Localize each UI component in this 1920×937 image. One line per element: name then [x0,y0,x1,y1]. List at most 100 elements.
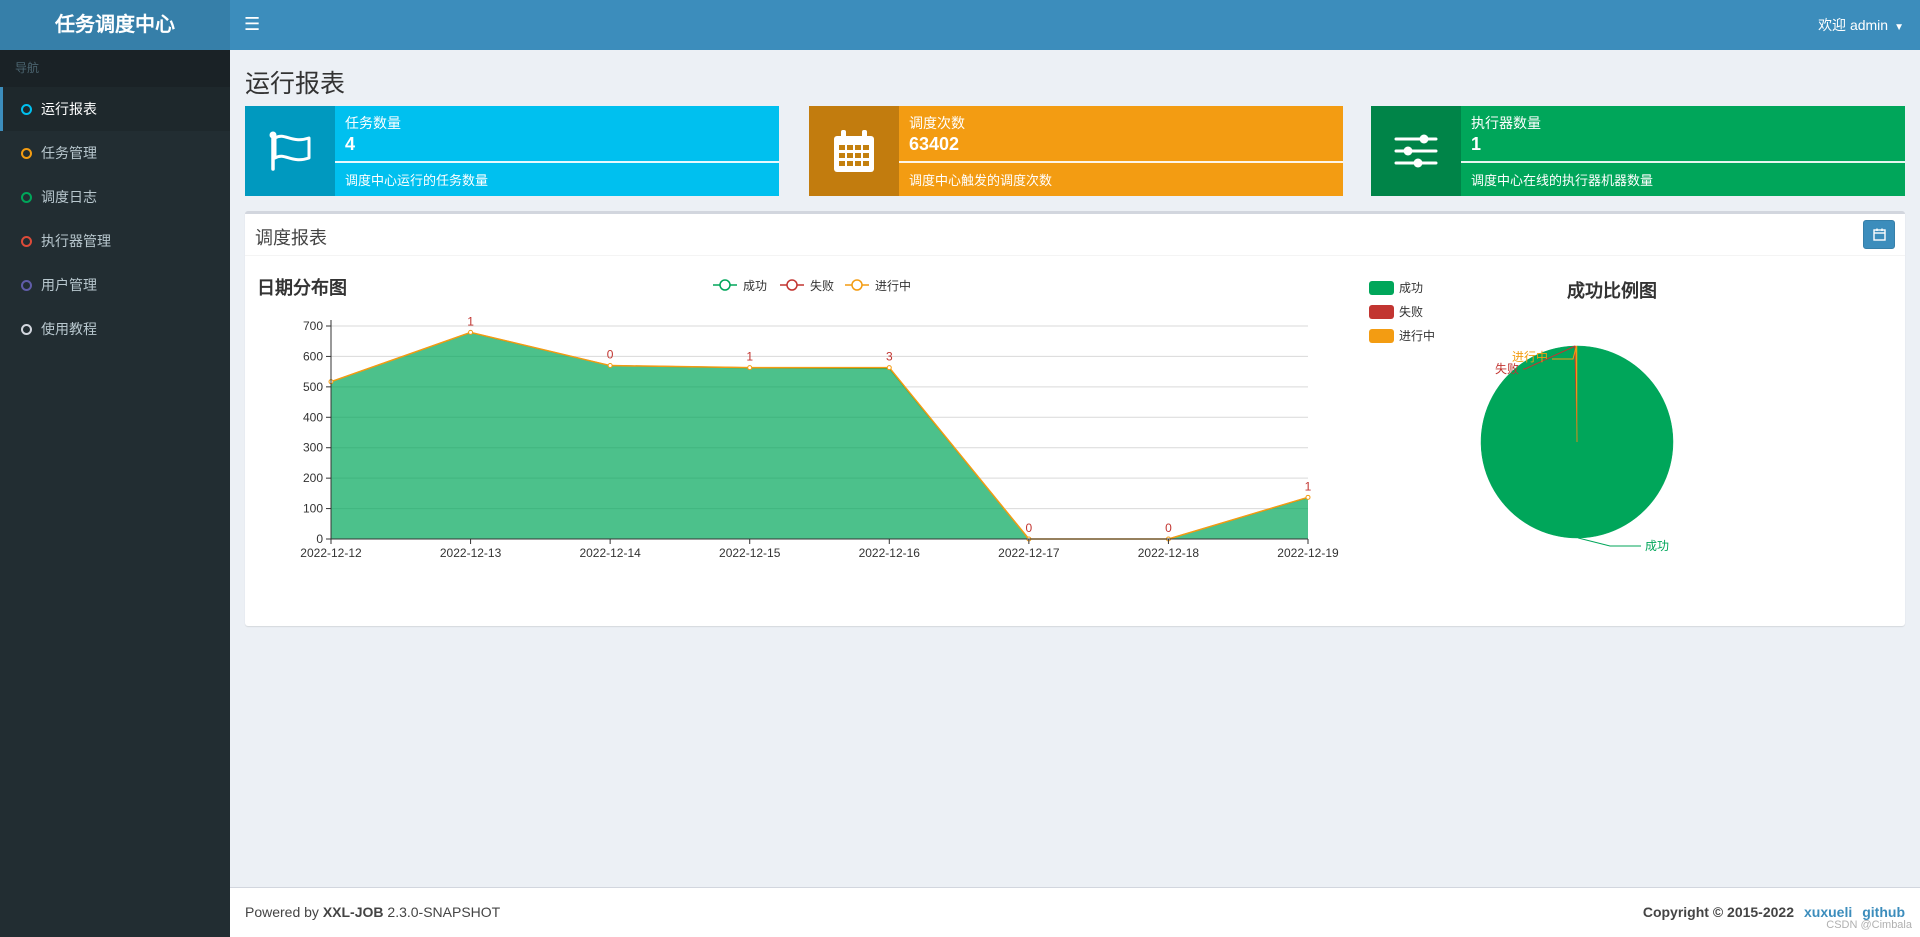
y-tick-label: 400 [303,410,323,424]
data-label: 3 [886,350,893,364]
success-ratio-chart: 成功比例图成功失败进行中成功失败进行中 [1369,280,1674,553]
legend-label: 失败 [810,278,834,293]
legend-label: 进行中 [875,278,911,293]
y-tick-label: 300 [303,441,323,455]
legend-item: 失败 [780,278,834,293]
chart-title: 成功比例图 [1567,280,1657,301]
x-tick-label: 2022-12-13 [440,546,502,560]
calendar-icon [1872,228,1886,241]
data-label: 0 [607,348,614,362]
circle-icon [21,147,32,159]
sidebar-item-executors[interactable]: 执行器管理 [0,219,230,263]
stat-description: 调度中心触发的调度次数 [909,173,1053,188]
circle-icon [21,279,32,291]
footer-powered: Powered by XXL-JOB 2.3.0-SNAPSHOT [245,904,501,920]
x-tick-label: 2022-12-16 [859,546,921,560]
stat-description: 调度中心在线的执行器机器数量 [1471,173,1654,188]
data-label: 0 [1165,521,1172,535]
circle-icon [21,323,32,335]
sidebar-header: 导航 [0,50,230,87]
x-tick-label: 2022-12-14 [579,546,641,560]
report-panel: 调度报表 日期分布图 成功 失败 进行中 0 100 200 300 400 500 600 700 1… [245,211,1905,626]
legend-swatch [1369,305,1394,319]
sidebar-item-label: 调度日志 [41,189,97,205]
stat-box-triggers: 调度次数 63402 调度中心触发的调度次数 [809,106,1343,196]
data-label: 1 [746,350,753,364]
y-tick-label: 200 [303,471,323,485]
legend-label: 失败 [1399,304,1423,319]
x-tick-label: 2022-12-15 [719,546,781,560]
legend-label: 成功 [743,279,767,293]
legend-swatch [1369,281,1394,295]
x-tick-label: 2022-12-19 [1277,546,1339,560]
legend-marker [786,279,798,291]
legend-item: 失败 [1369,304,1423,319]
pie-label: 成功 [1645,539,1669,553]
watermark: CSDN @Cimbala [1826,919,1912,931]
footer-copyright: Copyright © 2015-2022 xuxueli github [1642,904,1905,920]
pie-label: 进行中 [1512,349,1548,364]
y-tick-label: 0 [316,532,323,546]
series-area-success [331,332,1308,539]
legend-marker [719,279,731,291]
report-title: 调度报表 [255,228,327,248]
legend-label: 进行中 [1399,328,1435,343]
sidebar-item-report[interactable]: 运行报表 [0,87,230,131]
legend-item: 进行中 [1369,328,1435,343]
sliders-icon [1371,106,1461,196]
circle-icon [21,191,32,203]
date-range-button[interactable] [1863,220,1895,249]
legend-swatch [1369,329,1394,343]
data-point [1305,494,1311,500]
page-title: 运行报表 [245,70,346,98]
chart-title: 日期分布图 [257,277,347,298]
app-logo[interactable]: 任务调度中心 [0,0,230,50]
data-label: 0 [1026,521,1033,535]
circle-icon [21,103,32,115]
stat-label: 调度次数 [909,115,965,131]
stat-box-executors: 执行器数量 1 调度中心在线的执行器机器数量 [1371,106,1905,196]
user-greeting: 欢迎 admin [1818,17,1889,33]
stat-label: 执行器数量 [1471,115,1541,131]
stat-description: 调度中心运行的任务数量 [345,173,489,188]
sidebar-item-tutorial[interactable]: 使用教程 [0,307,230,351]
sidebar-item-label: 运行报表 [41,101,97,117]
progress-bar [899,161,1343,163]
y-tick-label: 700 [303,319,323,333]
y-tick-label: 500 [303,380,323,394]
data-label: 1 [467,314,474,328]
content-area: 运行报表 任务数量 4 调度中心运行的任务数量 调度次数 63402 调度中心触… [230,50,1920,887]
user-menu[interactable]: 欢迎 admin ▼ [1818,0,1904,50]
stat-label: 任务数量 [345,115,401,131]
x-tick-label: 2022-12-18 [1138,546,1200,560]
top-navbar: 任务调度中心 ☰ 欢迎 admin ▼ [0,0,1920,50]
data-point [468,329,474,335]
sidebar-toggle-icon[interactable]: ☰ [244,14,260,34]
data-label: 1 [1305,479,1312,493]
sidebar-item-jobs[interactable]: 任务管理 [0,131,230,175]
sidebar-item-label: 执行器管理 [41,233,111,249]
stat-box-jobs: 任务数量 4 调度中心运行的任务数量 [245,106,779,196]
sidebar-item-label: 用户管理 [41,277,97,293]
calendar-icon [809,106,899,196]
stat-value: 4 [345,134,356,154]
sidebar-item-logs[interactable]: 调度日志 [0,175,230,219]
legend-label: 成功 [1399,281,1423,295]
legend-item: 成功 [1369,281,1423,295]
progress-bar [1461,161,1905,163]
footer-product: XXL-JOB [322,904,384,920]
footer-link-github[interactable]: github [1862,904,1905,920]
report-panel-header: 调度报表 [245,214,1905,256]
date-distribution-chart: 日期分布图 成功 失败 进行中0100200300400500600700 10 1 30 0… [257,277,1339,560]
stat-value: 1 [1471,134,1482,154]
legend-item: 成功 [713,279,767,293]
legend-item: 进行中 [845,278,911,293]
data-point [747,365,753,371]
flag-icon [245,106,335,196]
sidebar-item-users[interactable]: 用户管理 [0,263,230,307]
x-tick-label: 2022-12-12 [300,546,362,560]
progress-bar [335,161,779,163]
footer-link-xuxueli[interactable]: xuxueli [1804,904,1852,920]
caret-down-icon: ▼ [1894,22,1904,33]
footer-version: 2.3.0-SNAPSHOT [383,904,501,920]
